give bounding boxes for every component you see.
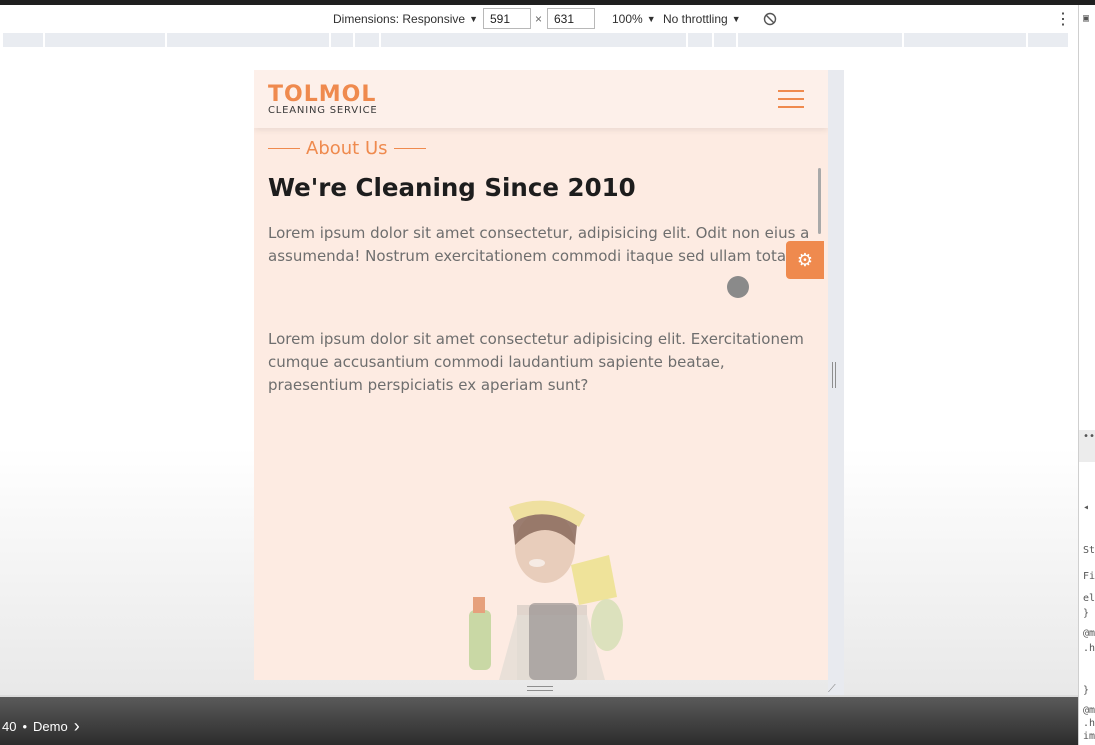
site-header: TOLMOL CLEANING SERVICE xyxy=(254,70,828,128)
devtools-dots[interactable]: ••• xyxy=(1083,431,1095,442)
site-logo[interactable]: TOLMOL xyxy=(268,82,376,107)
page-heading: We're Cleaning Since 2010 xyxy=(268,173,636,202)
devtools-text-h: .h xyxy=(1083,643,1095,654)
devtools-panel: ▣ ••• ◂ St Fi el } @m .h } @m .h im xyxy=(1078,5,1095,745)
viewport-side-gutter xyxy=(828,70,844,695)
about-paragraph-2: Lorem ipsum dolor sit amet consectetur a… xyxy=(268,330,804,394)
devtools-text-h-2: .h xyxy=(1083,718,1095,729)
device-toolbar: Dimensions: Responsive ▼ 591 × 631 100% … xyxy=(0,5,1078,32)
resize-handle-right[interactable] xyxy=(832,362,836,388)
tag-line-left xyxy=(268,147,300,150)
dimensions-label: Dimensions: Responsive xyxy=(333,11,466,26)
rotate-button[interactable] xyxy=(763,5,777,32)
site-logo-subtitle: CLEANING SERVICE xyxy=(268,105,378,116)
media-query-bar[interactable] xyxy=(3,33,1076,47)
section-tag-label: About Us xyxy=(306,138,388,159)
width-input[interactable]: 591 xyxy=(483,8,531,29)
chevron-down-icon: ▼ xyxy=(731,13,741,24)
player-bar xyxy=(0,697,1078,745)
devtools-text-at-2: @m xyxy=(1083,705,1095,716)
devtools-brace-1: } xyxy=(1083,608,1090,619)
touch-cursor xyxy=(727,276,749,298)
throttle-dropdown[interactable]: No throttling ▼ xyxy=(663,5,741,32)
inspect-icon[interactable]: ▣ xyxy=(1083,13,1089,24)
device-viewport: TOLMOL CLEANING SERVICE About Us We're C… xyxy=(254,70,828,680)
about-paragraph-1: Lorem ipsum dolor sit amet consectetur, … xyxy=(268,224,810,265)
scroll-left-icon[interactable]: ◂ xyxy=(1083,502,1089,513)
section-tag: About Us xyxy=(268,138,432,159)
dimensions-dropdown[interactable]: Dimensions: Responsive ▼ xyxy=(333,5,478,32)
zoom-label: 100% xyxy=(612,11,643,26)
cleaning-woman-image xyxy=(469,500,623,680)
zoom-dropdown[interactable]: 100% ▼ xyxy=(612,5,656,32)
chevron-down-icon: ▼ xyxy=(646,13,656,24)
breadcrumb[interactable]: 40 • Demo › xyxy=(2,716,80,737)
hamburger-menu-icon[interactable] xyxy=(778,90,804,108)
resize-handle-bottom[interactable] xyxy=(527,686,553,691)
devtools-brace-2: } xyxy=(1083,685,1090,696)
height-input[interactable]: 631 xyxy=(547,8,595,29)
breadcrumb-label: Demo xyxy=(33,719,68,734)
devtools-tab-styles[interactable]: St xyxy=(1083,545,1095,556)
devtools-text-im: im xyxy=(1083,731,1095,742)
breadcrumb-separator: • xyxy=(22,719,28,734)
rotate-icon xyxy=(763,12,777,25)
breadcrumb-number: 40 xyxy=(2,719,17,734)
chevron-down-icon: ▼ xyxy=(469,13,478,24)
devtools-text-el: el xyxy=(1083,593,1095,604)
devtools-filter[interactable]: Fi xyxy=(1083,571,1095,582)
tag-line-right xyxy=(393,147,426,150)
devtools-text-at: @m xyxy=(1083,628,1095,639)
settings-gear-button[interactable]: ⚙ xyxy=(786,241,824,279)
throttle-label: No throttling xyxy=(663,11,728,26)
gear-icon: ⚙ xyxy=(796,249,814,270)
scrollbar-thumb[interactable] xyxy=(818,168,821,234)
chevron-right-icon: › xyxy=(73,716,80,736)
times-sign: × xyxy=(535,11,543,26)
more-options-icon[interactable]: ⋮ xyxy=(1055,5,1071,32)
